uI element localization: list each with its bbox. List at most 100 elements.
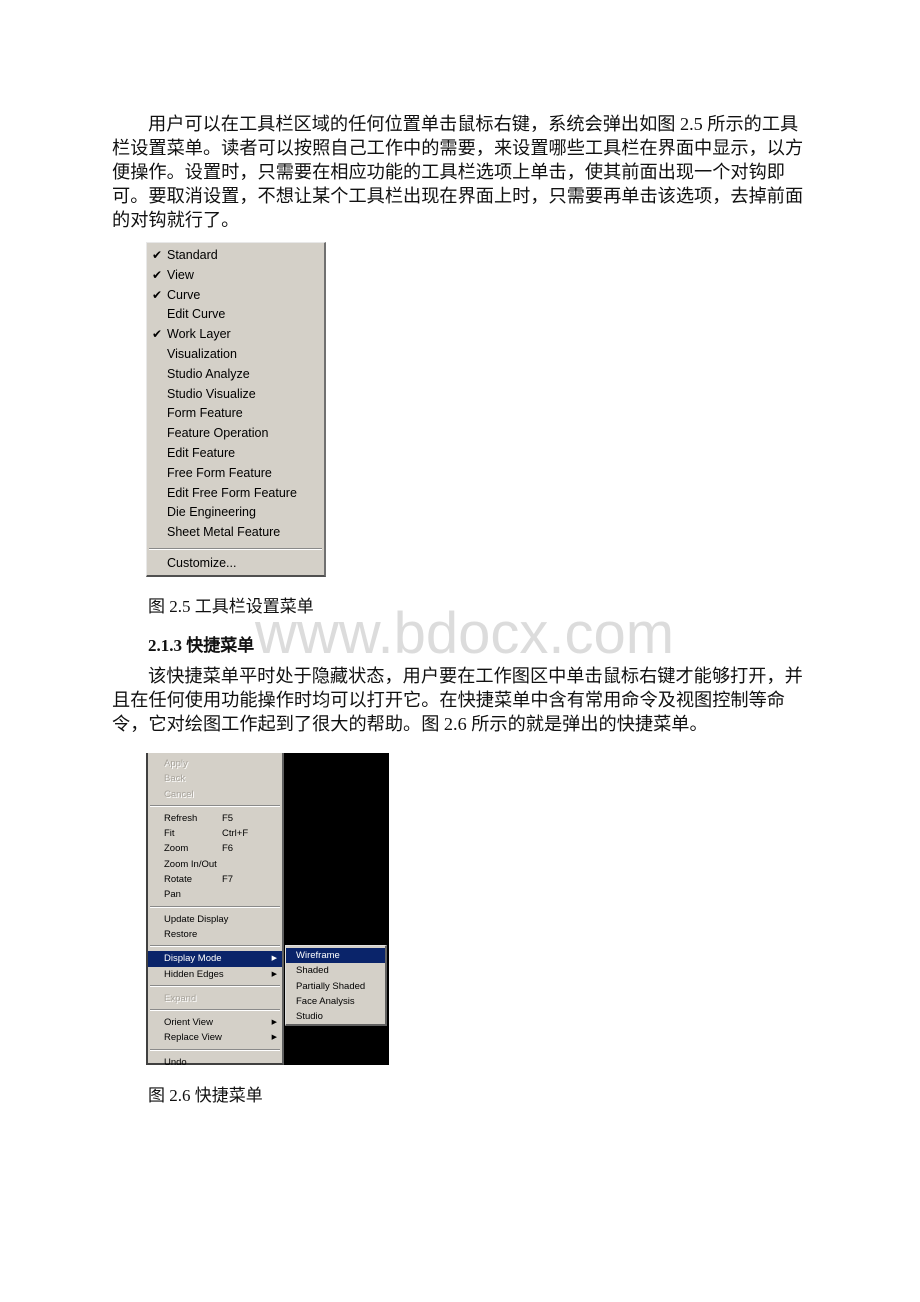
shortcut-menu-item[interactable]: Pan <box>148 887 282 902</box>
shortcut-menu-item[interactable]: Zoom F6 <box>148 841 282 856</box>
paragraph-toolbar-intro: 用户可以在工具栏区域的任何位置单击鼠标右键，系统会弹出如图 2.5 所示的工具栏… <box>112 112 812 232</box>
menu-item-label: Standard <box>167 248 218 262</box>
display-mode-option[interactable]: Shaded <box>286 963 385 978</box>
menu-item-label: Orient View <box>164 1017 213 1029</box>
section-heading: 2.1.3 快捷菜单 <box>148 636 255 655</box>
paragraph-text: 该快捷菜单平时处于隐藏状态，用户要在工作图区中单击鼠标右键才能够打开，并且在任何… <box>112 666 803 734</box>
menu-item-label: Zoom <box>164 843 189 855</box>
menu-separator <box>149 547 322 550</box>
toolbar-menu-item[interactable]: Studio Analyze <box>147 365 324 385</box>
menu-item-label: Fit <box>164 828 175 840</box>
display-mode-option[interactable]: Partially Shaded <box>286 979 385 994</box>
menu-item-label: Edit Curve <box>167 307 226 322</box>
shortcut-menu-item[interactable]: Rotate F7 <box>148 872 282 887</box>
toolbar-menu-item[interactable]: Die Engineering <box>147 503 324 523</box>
shortcut-menu-item[interactable]: Zoom In/Out <box>148 857 282 872</box>
toolbar-settings-menu: ✔ Standard ✔ View ✔ Curve Edit Curve ✔ Work Laye… <box>146 242 326 577</box>
shortcut-menu-item[interactable]: Update Display <box>148 912 282 927</box>
paragraph-text: 用户可以在工具栏区域的任何位置单击鼠标右键，系统会弹出如图 2.5 所示的工具栏… <box>112 114 804 230</box>
menu-item-label: Edit Free Form Feature <box>167 485 297 500</box>
menu-item-label: View <box>167 267 194 282</box>
shortcut-menu-item: Apply <box>148 756 282 771</box>
menu-item-label: Free Form Feature <box>167 465 272 480</box>
display-mode-submenu: Wireframe Shaded Partially Shaded Face Anal… <box>285 945 387 1026</box>
paragraph-shortcut-intro: 该快捷菜单平时处于隐藏状态，用户要在工作图区中单击鼠标右键才能够打开，并且在任何… <box>112 664 812 736</box>
toolbar-menu-item[interactable]: Sheet Metal Feature <box>147 523 324 543</box>
toolbar-menu-item[interactable]: ✔ View <box>147 266 324 286</box>
menu-item-label: Studio Visualize <box>167 386 256 401</box>
menu-item-label: Feature Operation <box>167 426 269 441</box>
menu-item-label: Cancel <box>164 788 194 800</box>
submenu-arrow-icon: ▶ <box>271 970 277 978</box>
toolbar-menu-item[interactable]: ✔ Curve <box>147 286 324 306</box>
shortcut-menu-item[interactable]: Orient View ▶ <box>148 1015 282 1030</box>
menu-item-label: Face Analysis <box>296 995 355 1007</box>
menu-item-label: Shaded <box>296 965 329 977</box>
shortcut-menu-item[interactable]: Restore <box>148 927 282 942</box>
menu-item-label: Expand <box>164 992 197 1004</box>
shortcut-menu-item[interactable]: Undo <box>148 1055 282 1070</box>
menu-item-label: Studio Analyze <box>167 366 250 381</box>
menu-separator <box>150 945 280 948</box>
menu-item-label: Customize... <box>167 555 237 570</box>
menu-item-label: Hidden Edges <box>164 968 224 980</box>
keyboard-shortcut: F6 <box>222 843 234 855</box>
menu-item-label: Undo <box>164 1056 187 1068</box>
menu-item-label: Refresh <box>164 812 198 824</box>
toolbar-menu-items: ✔ Standard ✔ View ✔ Curve Edit Curve ✔ Work Laye… <box>147 246 324 543</box>
shortcut-menu-item[interactable]: Replace View ▶ <box>148 1030 282 1045</box>
shortcut-menu-item: Back <box>148 771 282 786</box>
toolbar-menu-item[interactable]: Visualization <box>147 345 324 365</box>
menu-item-label: Visualization <box>167 346 237 361</box>
shortcut-menu-item[interactable]: Refresh F5 <box>148 811 282 826</box>
menu-separator <box>150 804 280 807</box>
toolbar-menu-item[interactable]: Form Feature <box>147 404 324 424</box>
menu-item-label: Curve <box>167 287 201 302</box>
toolbar-menu-item[interactable]: Feature Operation <box>147 424 324 444</box>
figure-caption-2-6: 图 2.6 快捷菜单 <box>148 1086 263 1105</box>
menu-item-label: Rotate <box>164 874 192 886</box>
menu-item-label: Wireframe <box>296 950 340 961</box>
display-mode-option[interactable]: Wireframe <box>286 948 385 964</box>
submenu-arrow-icon: ▶ <box>271 955 277 963</box>
display-mode-option[interactable]: Face Analysis <box>286 994 385 1009</box>
shortcut-menu-item[interactable]: Fit Ctrl+F <box>148 826 282 841</box>
menu-separator <box>150 905 280 908</box>
keyboard-shortcut: F7 <box>222 874 234 886</box>
shortcut-menu: Apply Back Cancel Refresh F5 Fit Ctrl+F Zoom F6 Z… <box>146 753 284 1068</box>
checkmark-icon: ✔ <box>152 267 163 282</box>
menu-item-label: Zoom In/Out <box>164 858 217 870</box>
shortcut-menu-item: Expand <box>148 991 282 1006</box>
menu-separator <box>150 1048 280 1051</box>
toolbar-menu-item[interactable]: Free Form Feature <box>147 464 324 484</box>
keyboard-shortcut: Ctrl+F <box>222 828 249 840</box>
menu-item-label: Work Layer <box>167 327 231 342</box>
checkmark-icon: ✔ <box>152 327 163 342</box>
menu-item-label: Restore <box>164 928 198 940</box>
menu-separator <box>150 984 280 987</box>
menu-item-label: Display Mode <box>164 953 222 965</box>
menu-item-label: Replace View <box>164 1032 222 1044</box>
menu-item-label: Update Display <box>164 913 229 925</box>
display-mode-option[interactable]: Studio <box>286 1009 385 1024</box>
toolbar-menu-item[interactable]: ✔ Work Layer <box>147 325 324 345</box>
menu-item-label: Pan <box>164 889 181 901</box>
menu-item-label: Apply <box>164 758 188 769</box>
submenu-arrow-icon: ▶ <box>271 1019 277 1027</box>
toolbar-menu-item[interactable]: Studio Visualize <box>147 385 324 405</box>
customize-menu-item[interactable]: Customize... <box>147 554 324 574</box>
shortcut-menu-item: Cancel <box>148 787 282 802</box>
menu-item-label: Edit Feature <box>167 445 236 460</box>
watermark: www.bdocx.com <box>255 601 675 666</box>
shortcut-menu-item[interactable]: Hidden Edges ▶ <box>148 967 282 982</box>
menu-item-label: Partially Shaded <box>296 980 366 992</box>
toolbar-menu-item[interactable]: ✔ Standard <box>147 246 324 266</box>
toolbar-menu-item[interactable]: Edit Free Form Feature <box>147 484 324 504</box>
toolbar-menu-item[interactable]: Edit Curve <box>147 305 324 325</box>
toolbar-menu-item[interactable]: Edit Feature <box>147 444 324 464</box>
menu-item-label: Form Feature <box>167 406 243 421</box>
shortcut-menu-item[interactable]: Display Mode ▶ <box>148 951 282 967</box>
submenu-arrow-icon: ▶ <box>271 1034 277 1042</box>
menu-item-label: Back <box>164 773 186 785</box>
menu-separator <box>150 1009 280 1012</box>
